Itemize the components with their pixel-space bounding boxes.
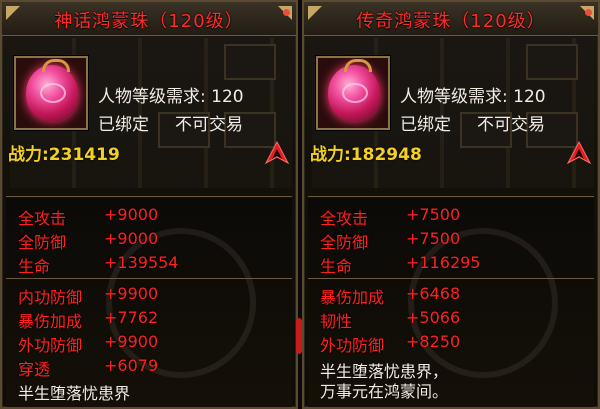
item-tooltip-legendary: 传奇鸿蒙珠（120级） 人物等级需求: 120 已绑定 不可交易 战力:18294… [302, 0, 600, 409]
stat-row: 全攻击 +7500 [320, 205, 460, 229]
stat-name: 生命 [18, 257, 51, 276]
stat-row: 全攻击 +9000 [18, 205, 158, 229]
bind-status-line: 已绑定 不可交易 [98, 110, 243, 135]
stat-row: 韧性 +5066 [320, 308, 460, 332]
stat-row: 暴伤加成 +6468 [320, 284, 460, 308]
stat-value: +7500 [406, 205, 461, 224]
item-title: 神话鸿蒙珠（120级） [54, 11, 244, 32]
divider [6, 278, 292, 279]
level-requirement: 人物等级需求: 120 [400, 87, 546, 107]
stat-name: 内功防御 [18, 288, 83, 307]
stat-name: 生命 [320, 257, 353, 276]
stat-name: 全防御 [18, 233, 67, 252]
stat-value: +116295 [406, 253, 481, 272]
dragon-watermark [408, 228, 558, 378]
stat-row: 全防御 +9000 [18, 229, 158, 253]
item-icon-frame[interactable] [14, 56, 88, 130]
stat-row: 全防御 +7500 [320, 229, 460, 253]
background-slot [526, 44, 578, 80]
stat-value: +9000 [104, 205, 159, 224]
stat-value: +7762 [104, 308, 159, 327]
red-up-arrow-icon[interactable] [566, 140, 592, 166]
bound-label: 已绑定 [98, 115, 149, 135]
pink-orb-icon [26, 59, 78, 121]
background-slot [224, 44, 276, 80]
stat-value: +8250 [406, 332, 461, 351]
stat-name: 全攻击 [18, 209, 67, 228]
stats-area: 全攻击 +7500 全防御 +7500 生命 +116295 暴伤加成 +6468 韧性… [308, 198, 594, 407]
combat-power: 战力:182948 [310, 145, 422, 165]
trade-label: 不可交易 [477, 115, 545, 135]
item-description: 半生堕落忧患界， [320, 362, 449, 381]
stat-row: 暴伤加成 +7762 [18, 308, 158, 332]
stat-row: 生命 +116295 [320, 253, 480, 277]
item-icon-frame[interactable] [316, 56, 390, 130]
item-tooltip-mythic: 神话鸿蒙珠（120级） 人物等级需求: 120 已绑定 不可交易 战力:23141… [0, 0, 298, 409]
item-description-line2: 万事元在鸿蒙间。 [320, 382, 449, 401]
red-up-arrow-icon[interactable] [264, 140, 290, 166]
corner-ornament [580, 6, 594, 20]
stat-name: 外功防御 [18, 336, 83, 355]
divider [6, 196, 292, 197]
stat-name: 全攻击 [320, 209, 369, 228]
stat-row: 外功防御 +8250 [320, 332, 460, 356]
stat-row: 穿透 +6079 [18, 356, 158, 380]
corner-ornament [308, 6, 322, 20]
item-description: 半生堕落忧患界 [18, 384, 131, 403]
stat-name: 暴伤加成 [320, 288, 385, 307]
stat-name: 外功防御 [320, 336, 385, 355]
stat-value: +9900 [104, 284, 159, 303]
stat-row: 内功防御 +9900 [18, 284, 158, 308]
corner-ornament [6, 6, 20, 20]
stat-value: +5066 [406, 308, 461, 327]
stat-value: +6079 [104, 356, 159, 375]
pink-orb-icon [328, 59, 380, 121]
combat-power: 战力:231419 [8, 145, 120, 165]
item-title: 传奇鸿蒙珠（120级） [356, 11, 546, 32]
stat-value: +9900 [104, 332, 159, 351]
stat-row: 生命 +139554 [18, 253, 178, 277]
stat-name: 穿透 [18, 360, 51, 379]
trade-label: 不可交易 [175, 115, 243, 135]
title-bar: 神话鸿蒙珠（120级） [2, 2, 296, 36]
stat-name: 暴伤加成 [18, 312, 83, 331]
stat-value: +9000 [104, 229, 159, 248]
divider [308, 278, 594, 279]
stat-value: +7500 [406, 229, 461, 248]
title-bar: 传奇鸿蒙珠（120级） [304, 2, 598, 36]
stat-value: +6468 [406, 284, 461, 303]
stat-name: 全防御 [320, 233, 369, 252]
stat-name: 韧性 [320, 312, 353, 331]
level-requirement: 人物等级需求: 120 [98, 87, 244, 107]
stat-value: +139554 [104, 253, 179, 272]
bind-status-line: 已绑定 不可交易 [400, 110, 545, 135]
divider [308, 196, 594, 197]
corner-ornament [278, 6, 292, 20]
stat-row: 外功防御 +9900 [18, 332, 158, 356]
stats-area: 全攻击 +9000 全防御 +9000 生命 +139554 内功防御 +9900 暴伤… [6, 198, 292, 407]
bound-label: 已绑定 [400, 115, 451, 135]
